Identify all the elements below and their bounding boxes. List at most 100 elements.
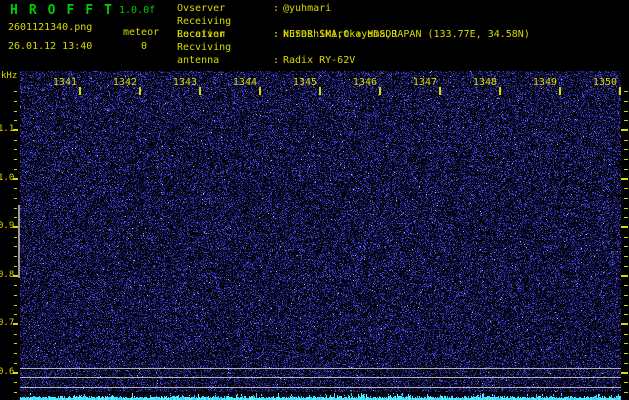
y-axis-tick-minor bbox=[624, 305, 628, 306]
x-axis-label: 1346 bbox=[352, 77, 377, 88]
x-axis-tick bbox=[439, 87, 441, 95]
x-axis-tick bbox=[139, 87, 141, 95]
y-axis-tick-major bbox=[621, 372, 628, 374]
y-axis-tick-minor bbox=[624, 101, 628, 102]
info-row: Recviving antenna: Radix RY-62V bbox=[177, 41, 530, 66]
y-axis-tick-minor bbox=[624, 334, 628, 335]
x-axis-tick bbox=[199, 87, 201, 95]
y-axis-tick-minor bbox=[624, 314, 628, 315]
x-axis-label: 1341 bbox=[52, 77, 77, 88]
y-axis-tick-major bbox=[621, 323, 628, 325]
info-value: @yuhmari bbox=[283, 3, 332, 14]
y-axis-tick-minor bbox=[14, 120, 17, 121]
x-axis-label: 1344 bbox=[232, 77, 257, 88]
info-value: NESDR SMArt + HDSDR bbox=[283, 29, 398, 40]
y-axis-tick-minor bbox=[14, 140, 17, 141]
khz-unit-label: kHz bbox=[1, 71, 18, 81]
y-axis-tick-minor bbox=[14, 188, 17, 189]
x-axis-tick bbox=[319, 87, 321, 95]
y-axis-label: 0.8 bbox=[0, 270, 15, 280]
y-axis-tick-minor bbox=[624, 188, 628, 189]
y-axis-tick-minor bbox=[14, 208, 17, 209]
filename: 2601121340.png bbox=[8, 22, 93, 33]
y-axis-tick-minor bbox=[624, 198, 628, 199]
y-axis-tick-minor bbox=[624, 169, 628, 170]
y-axis-tick-major bbox=[621, 178, 628, 180]
x-axis-tick bbox=[619, 87, 621, 95]
y-axis-tick-minor bbox=[14, 353, 17, 354]
y-axis-tick-minor bbox=[14, 159, 17, 160]
y-axis-label: 0.9 bbox=[0, 221, 15, 231]
y-axis-tick-minor bbox=[624, 266, 628, 267]
x-axis-tick bbox=[499, 87, 501, 95]
y-axis-tick-major bbox=[621, 226, 628, 228]
info-separator: : bbox=[273, 55, 280, 66]
x-axis-tick bbox=[79, 87, 81, 95]
info-label: Recviving antenna bbox=[177, 42, 232, 66]
info-value: Radix RY-62V bbox=[283, 55, 356, 66]
marker-line bbox=[20, 368, 621, 369]
y-axis-tick-minor bbox=[624, 217, 628, 218]
x-axis-tick bbox=[259, 87, 261, 95]
app-version: 1.0.0f bbox=[119, 5, 156, 16]
y-axis-tick-minor bbox=[624, 91, 628, 92]
y-axis-tick-minor bbox=[624, 392, 628, 393]
y-axis-tick-minor bbox=[14, 314, 17, 315]
y-axis-tick-minor bbox=[624, 120, 628, 121]
y-axis-tick-minor bbox=[624, 246, 628, 247]
y-axis-tick-minor bbox=[624, 382, 628, 383]
y-axis-tick-minor bbox=[14, 382, 17, 383]
x-axis-tick bbox=[379, 87, 381, 95]
x-axis-tick bbox=[559, 87, 561, 95]
y-axis-tick-minor bbox=[624, 295, 628, 296]
y-axis-tick-minor bbox=[14, 169, 17, 170]
x-axis-label: 1350 bbox=[592, 77, 617, 88]
y-axis-tick-minor bbox=[624, 140, 628, 141]
y-axis-tick-minor bbox=[14, 256, 17, 257]
hrofft-screen: HROFFT 1.0.0f 2601121340.png meteor 26.0… bbox=[0, 0, 629, 400]
y-axis-tick-minor bbox=[624, 256, 628, 257]
x-axis-label: 1343 bbox=[172, 77, 197, 88]
x-axis-label: 1349 bbox=[532, 77, 557, 88]
y-axis-tick-minor bbox=[14, 246, 17, 247]
y-axis-tick-minor bbox=[14, 217, 17, 218]
x-axis-label: 1348 bbox=[472, 77, 497, 88]
x-axis-label: 1347 bbox=[412, 77, 437, 88]
marker-line bbox=[20, 377, 621, 378]
x-axis-label: 1342 bbox=[112, 77, 137, 88]
y-axis-tick-minor bbox=[624, 159, 628, 160]
y-axis-label: 1.0 bbox=[0, 173, 15, 183]
y-axis-tick-minor bbox=[14, 101, 17, 102]
y-axis-tick-minor bbox=[14, 295, 17, 296]
y-axis-tick-minor bbox=[14, 111, 17, 112]
y-axis-tick-minor bbox=[14, 198, 17, 199]
signal-strip-canvas bbox=[20, 393, 621, 400]
y-axis-tick-minor bbox=[14, 266, 17, 267]
y-axis-tick-minor bbox=[624, 237, 628, 238]
app-title: HROFFT bbox=[10, 3, 123, 18]
y-axis-tick-minor bbox=[624, 285, 628, 286]
y-axis-tick-minor bbox=[14, 149, 17, 150]
y-axis-tick-minor bbox=[624, 343, 628, 344]
y-axis-label: 0.6 bbox=[0, 367, 15, 377]
y-axis-tick-minor bbox=[14, 363, 17, 364]
y-axis-tick-minor bbox=[624, 363, 628, 364]
y-axis-tick-major bbox=[621, 129, 628, 131]
marker-line bbox=[20, 387, 621, 388]
mode-label: meteor bbox=[123, 27, 160, 38]
info-label: Ovserver bbox=[177, 3, 226, 14]
y-axis-tick-minor bbox=[624, 111, 628, 112]
y-axis-tick-minor bbox=[14, 237, 17, 238]
info-row: Ovserver: @yuhmari bbox=[177, 2, 530, 15]
y-axis-label: 1.1 bbox=[0, 124, 15, 134]
y-axis-tick-minor bbox=[14, 305, 17, 306]
y-axis-tick-minor bbox=[14, 91, 17, 92]
spectrogram-canvas bbox=[20, 71, 621, 392]
meteor-count: 0 bbox=[141, 41, 148, 52]
y-axis-tick-major bbox=[621, 275, 628, 277]
y-axis-tick-minor bbox=[14, 392, 17, 393]
info-label: Receiver bbox=[177, 29, 226, 40]
info-separator: : bbox=[273, 3, 280, 14]
y-axis-tick-minor bbox=[624, 353, 628, 354]
x-axis-label: 1345 bbox=[292, 77, 317, 88]
